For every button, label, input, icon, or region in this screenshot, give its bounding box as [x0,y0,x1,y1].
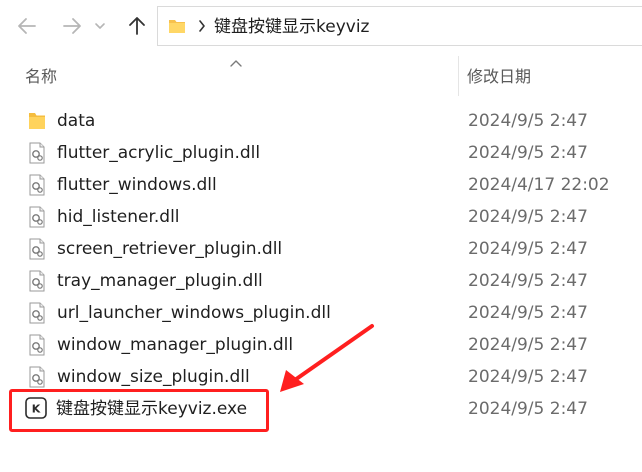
dll-file-icon [27,366,47,388]
dll-file-icon [27,270,47,292]
sort-ascending-icon [229,53,243,67]
dll-file-icon [27,142,47,164]
file-modified-date: 2024/9/5 2:47 [468,111,588,131]
dll-file-icon [27,334,47,356]
column-divider[interactable] [458,56,459,96]
file-name: url_launcher_windows_plugin.dll [57,303,331,323]
dll-file-icon [27,302,47,324]
chevron-right-icon[interactable] [196,18,208,34]
file-row-dll[interactable]: window_manager_plugin.dll 2024/9/5 2:47 [0,328,642,360]
file-row-dll[interactable]: window_size_plugin.dll 2024/9/5 2:47 [0,360,642,392]
file-row-dll[interactable]: screen_retriever_plugin.dll 2024/9/5 2:4… [0,232,642,264]
dll-file-icon [27,238,47,260]
file-name: window_size_plugin.dll [57,367,250,387]
file-modified-date: 2024/9/5 2:47 [468,239,588,259]
file-row-data[interactable]: data 2024/9/5 2:47 [0,104,642,136]
file-row-exe[interactable]: K 键盘按键显示keyviz.exe 2024/9/5 2:47 [0,392,642,424]
arrow-right-icon [62,17,82,35]
file-modified-date: 2024/9/5 2:47 [468,303,588,323]
file-row-dll[interactable]: flutter_windows.dll 2024/4/17 22:02 [0,168,642,200]
file-name: 键盘按键显示keyviz.exe [56,399,248,419]
file-name: tray_manager_plugin.dll [57,271,263,291]
file-modified-date: 2024/9/5 2:47 [468,207,588,227]
chevron-down-icon [94,21,106,31]
file-modified-date: 2024/4/17 22:02 [468,175,610,195]
file-row-dll[interactable]: url_launcher_windows_plugin.dll 2024/9/5… [0,296,642,328]
back-button[interactable] [10,10,44,42]
address-bar[interactable]: 键盘按键显示keyviz [157,6,642,46]
folder-icon [27,110,47,132]
folder-icon [168,17,186,35]
file-name: screen_retriever_plugin.dll [57,239,283,259]
app-icon-letter: K [32,403,41,416]
keyviz-app-icon: K [25,397,47,419]
file-modified-date: 2024/9/5 2:47 [468,335,588,355]
file-modified-date: 2024/9/5 2:47 [468,143,588,163]
file-name: flutter_acrylic_plugin.dll [57,143,261,163]
file-name: data [57,111,96,131]
column-header-modified[interactable]: 修改日期 [467,64,531,90]
file-row-dll[interactable]: tray_manager_plugin.dll 2024/9/5 2:47 [0,264,642,296]
toolbar: 键盘按键显示keyviz [0,0,642,52]
file-name: hid_listener.dll [57,207,180,227]
dll-file-icon [27,174,47,196]
up-button[interactable] [120,10,154,42]
column-header-name[interactable]: 名称 [25,64,57,90]
dll-file-icon [27,206,47,228]
file-modified-date: 2024/9/5 2:47 [468,271,588,291]
arrow-left-icon [17,17,37,35]
file-name: window_manager_plugin.dll [57,335,294,355]
file-row-dll[interactable]: hid_listener.dll 2024/9/5 2:47 [0,200,642,232]
file-list: data 2024/9/5 2:47 flutter_acrylic_plugi… [0,104,642,424]
arrow-up-icon [128,16,146,36]
file-name: flutter_windows.dll [57,175,217,195]
recent-locations-button[interactable] [88,10,112,42]
forward-button[interactable] [55,10,89,42]
breadcrumb[interactable]: 键盘按键显示keyviz [214,15,369,39]
file-modified-date: 2024/9/5 2:47 [468,367,588,387]
file-row-dll[interactable]: flutter_acrylic_plugin.dll 2024/9/5 2:47 [0,136,642,168]
file-modified-date: 2024/9/5 2:47 [468,399,588,419]
